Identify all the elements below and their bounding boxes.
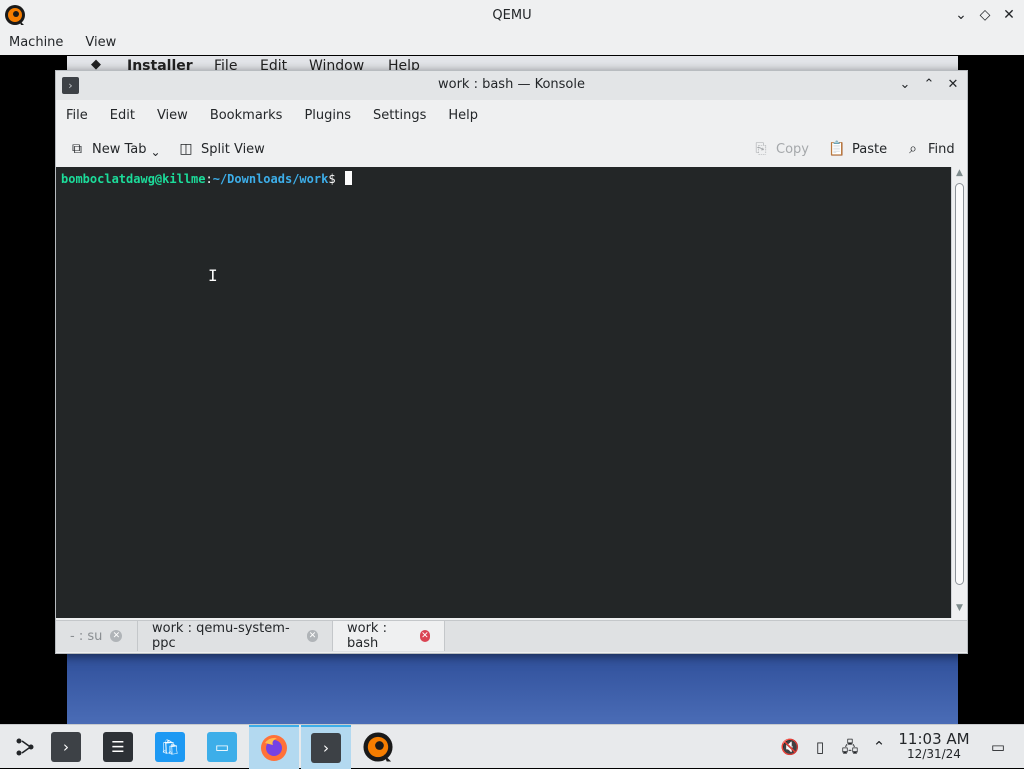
taskbar-firefox[interactable] [249, 725, 299, 769]
taskbar-konsole-window[interactable]: › [301, 725, 351, 769]
find-button[interactable]: ⌕ Find [904, 137, 955, 161]
qemu-logo-icon [363, 732, 393, 762]
clock-date: 12/31/24 [907, 747, 961, 761]
konsole-minimize-button[interactable]: ⌄ [896, 76, 914, 94]
diamond-icon: ◇ [979, 7, 991, 23]
taskbar-konsole-launcher[interactable]: › [41, 725, 91, 769]
tab-su[interactable]: - : su ✕ [56, 621, 138, 651]
chevron-down-icon: ⌄ [955, 7, 967, 23]
menu-file[interactable]: File [66, 108, 88, 123]
terminal-icon: › [311, 733, 341, 763]
folder-icon: ▭ [207, 732, 237, 762]
split-view-button[interactable]: ◫ Split View [177, 137, 265, 161]
volume-muted-icon[interactable]: 🔇 [780, 737, 800, 757]
prompt-user-host: bomboclatdawg@killme [61, 172, 206, 186]
prompt-dollar: $ [328, 172, 343, 186]
taskbar-dolphin[interactable]: ▭ [197, 725, 247, 769]
launcher-icon [16, 738, 34, 756]
minimize-button[interactable]: ⌄ [952, 6, 970, 24]
firefox-icon [261, 735, 287, 761]
qemu-titlebar: QEMU ⌄ ◇ ✕ [0, 0, 1024, 30]
konsole-close-button[interactable]: ✕ [944, 76, 962, 94]
prompt-path: ~/Downloads/work [212, 172, 329, 186]
tab-label: work : bash [347, 621, 387, 651]
close-button[interactable]: ✕ [1000, 6, 1018, 24]
taskbar-system-settings[interactable]: ☰ [93, 725, 143, 769]
shell-prompt: bomboclatdawg@killme:~/Downloads/work$ [61, 171, 352, 186]
show-desktop-icon[interactable]: ▭ [988, 737, 1008, 757]
konsole-maximize-button[interactable]: ⌃ [920, 76, 938, 94]
split-view-label: Split View [201, 141, 265, 157]
new-tab-icon: ⧉ [72, 141, 82, 157]
new-tab-button[interactable]: ⧉ New Tab ⌄ [68, 137, 161, 161]
taskbar-qemu-window[interactable] [353, 725, 403, 769]
paste-button[interactable]: 📋 Paste [828, 137, 887, 161]
scroll-down-icon[interactable]: ▼ [952, 603, 967, 617]
konsole-window-title: work : bash — Konsole [437, 77, 585, 92]
konsole-titlebar[interactable]: › work : bash — Konsole ⌄ ⌃ ✕ [56, 71, 967, 100]
close-tab-icon[interactable]: ✕ [110, 630, 123, 642]
search-icon: ⌕ [909, 141, 917, 157]
menu-plugins[interactable]: Plugins [304, 108, 351, 123]
prompt-colon: : [205, 172, 213, 186]
copy-label: Copy [776, 141, 809, 157]
clock[interactable]: 11:03 AM 12/31/24 [896, 732, 972, 762]
scrollbar-thumb[interactable] [955, 183, 964, 585]
konsole-menubar: File Edit View Bookmarks Plugins Setting… [56, 100, 967, 130]
taskbar-discover[interactable]: 🛍 [145, 725, 195, 769]
battery-icon[interactable]: ▯ [810, 737, 830, 757]
menu-settings[interactable]: Settings [373, 108, 426, 123]
maximize-button[interactable]: ◇ [976, 6, 994, 24]
close-icon: ✕ [947, 77, 959, 92]
close-icon: ✕ [1003, 7, 1015, 23]
ibeam-cursor-icon: I [208, 266, 218, 285]
tab-label: - : su [70, 628, 103, 644]
qemu-window-title: QEMU [492, 7, 532, 23]
menu-view[interactable]: View [85, 35, 116, 50]
copy-icon: ⎘ [755, 141, 767, 157]
tab-bash[interactable]: work : bash ✕ [333, 621, 445, 651]
text-cursor [344, 171, 352, 185]
scroll-up-icon[interactable]: ▲ [952, 168, 967, 182]
terminal-scrollbar[interactable]: ▲ ▼ [951, 167, 967, 618]
konsole-toolbar: ⧉ New Tab ⌄ ◫ Split View ⎘ Copy 📋 Paste … [56, 133, 967, 165]
tab-qemu-system-ppc[interactable]: work : qemu-system-ppc ✕ [138, 621, 333, 651]
chevron-up-icon: ⌃ [923, 77, 935, 92]
paste-icon: 📋 [828, 141, 846, 157]
tab-label: work : qemu-system-ppc [152, 621, 290, 651]
menu-view[interactable]: View [157, 108, 188, 123]
chevron-down-icon[interactable]: ⌄ [151, 145, 161, 159]
split-view-icon: ◫ [179, 141, 193, 157]
network-icon[interactable]: 🖧 [840, 737, 860, 757]
taskbar: › ☰ 🛍 ▭ › 🔇 ▯ 🖧 ⌃ 11:03 AM 12/31/24 ▭ [0, 724, 1024, 769]
new-tab-label: New Tab [92, 141, 147, 157]
terminal-icon: › [51, 732, 81, 762]
close-tab-icon[interactable]: ✕ [419, 630, 430, 642]
settings-sliders-icon: ☰ [103, 732, 133, 762]
clock-time: 11:03 AM [898, 730, 970, 748]
menu-machine[interactable]: Machine [9, 35, 63, 50]
close-tab-icon[interactable]: ✕ [307, 630, 318, 642]
paste-label: Paste [852, 141, 888, 157]
qemu-menubar: Machine View [0, 30, 1024, 55]
menu-help[interactable]: Help [448, 108, 478, 123]
konsole-window: › work : bash — Konsole ⌄ ⌃ ✕ File Edit … [55, 70, 968, 654]
find-label: Find [928, 141, 955, 157]
chevron-up-icon[interactable]: ⌃ [869, 737, 889, 757]
store-bag-icon: 🛍 [155, 732, 185, 762]
konsole-tabbar: - : su ✕ work : qemu-system-ppc ✕ work :… [56, 620, 967, 652]
menu-edit[interactable]: Edit [110, 108, 135, 123]
background-window-body [67, 652, 958, 724]
terminal-area[interactable]: bomboclatdawg@killme:~/Downloads/work$ I [56, 167, 951, 618]
chevron-down-icon: ⌄ [899, 77, 911, 92]
menu-bookmarks[interactable]: Bookmarks [210, 108, 283, 123]
copy-button[interactable]: ⎘ Copy [752, 137, 809, 161]
